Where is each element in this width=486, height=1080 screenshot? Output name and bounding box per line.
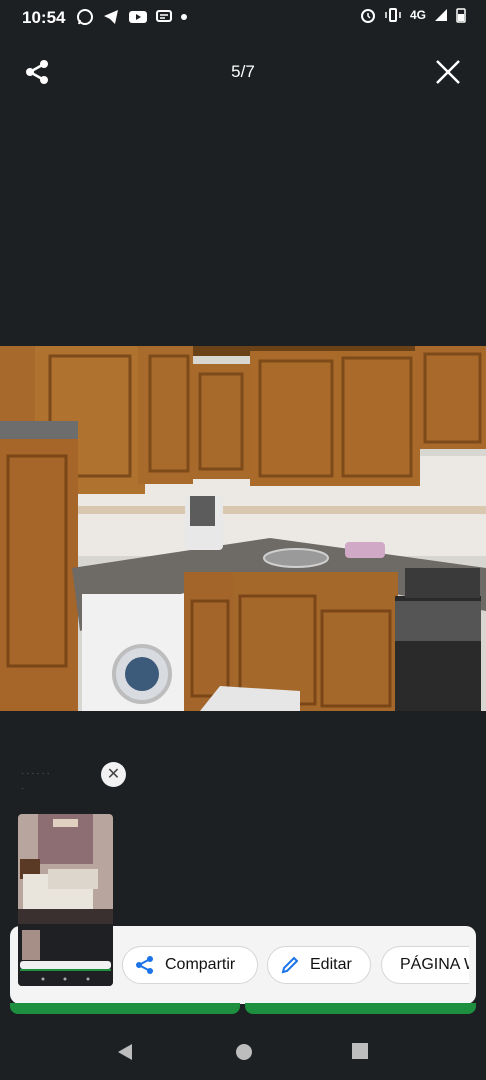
home-icon[interactable] [234,1042,254,1062]
alarm-icon [360,9,375,23]
network-type: 4G [409,8,426,22]
dot-icon [181,14,187,20]
green-bar-right [245,1003,476,1014]
system-navigation-bar [0,1020,486,1080]
close-button[interactable] [434,58,462,91]
pagina-label: PÁGINA W [400,956,469,973]
status-bar: 10:54 4G [0,0,486,34]
message-icon [156,10,172,22]
telegram-icon [104,10,118,24]
close-icon [436,60,460,84]
kitchen-photo[interactable] [0,346,486,711]
pencil-icon [281,956,299,974]
editar-label: Editar [310,956,352,973]
battery-icon [456,8,466,23]
viewer-top-bar: 5/7 [0,50,486,94]
back-icon[interactable] [116,1042,134,1062]
image-counter: 5/7 [231,62,255,81]
pagina-button[interactable]: PÁGINA W [381,946,469,984]
compartir-button[interactable]: Compartir [122,946,258,984]
system-icons: 4G [360,7,466,23]
share-icon [136,956,153,974]
compartir-label: Compartir [165,956,236,973]
kitchen-image [0,346,486,711]
close-icon: ✕ [106,766,121,783]
bedroom-thumbnail-image [18,814,113,986]
dismiss-button[interactable]: ✕ [101,762,126,787]
chip-caption-line2: · [22,786,24,792]
youtube-icon [129,11,147,23]
screenshot-thumbnail[interactable] [18,814,113,986]
vibrate-icon [385,8,401,22]
notification-icons [76,8,188,26]
recents-icon[interactable] [351,1042,369,1060]
green-bar-left [10,1003,240,1014]
clock: 10:54 [22,8,66,27]
signal-icon [435,9,447,21]
chip-caption-line1: · · · · · · [22,771,50,777]
editar-button[interactable]: Editar [267,946,371,984]
whatsapp-icon [77,9,93,25]
